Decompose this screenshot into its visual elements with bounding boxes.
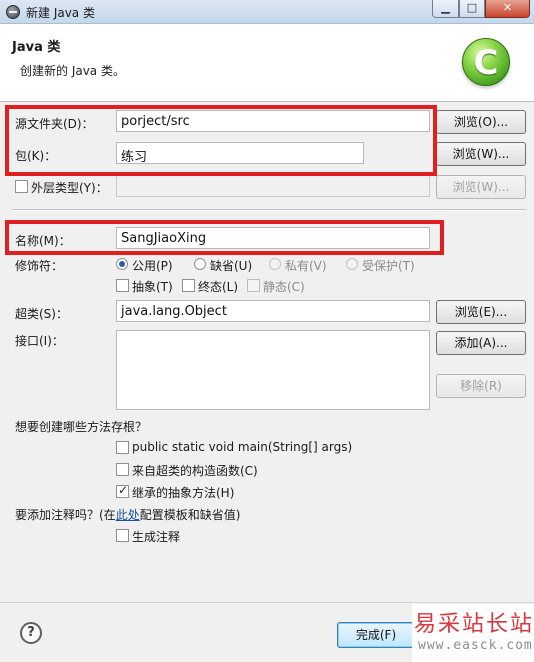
interfaces-list[interactable]	[116, 330, 430, 410]
source-folder-label: 源文件夹(D)：	[15, 117, 94, 131]
enclosing-type-input[interactable]	[116, 175, 430, 197]
superclass-input[interactable]: java.lang.Object	[116, 300, 430, 322]
new-class-icon: C	[462, 38, 510, 86]
source-folder-input[interactable]: porject/src	[116, 110, 430, 132]
watermark: 易采站长站 www.easck.com	[412, 604, 534, 662]
static-checkbox-label: 静态(C)	[263, 280, 305, 294]
package-browse-button[interactable]: 浏览(W)...	[436, 142, 526, 166]
enclosing-type-browse-button[interactable]: 浏览(W)...	[436, 175, 526, 199]
method-stubs-question: 想要创建哪些方法存根？	[15, 420, 148, 434]
generate-comments-checkbox[interactable]	[116, 529, 129, 542]
constructors-checkbox[interactable]	[116, 463, 129, 476]
enclosing-type-checkbox[interactable]	[15, 180, 28, 193]
interfaces-label: 接口(I)：	[15, 334, 64, 348]
comments-question-prefix: 要添加注释吗？(在	[15, 508, 116, 522]
source-folder-browse-button[interactable]: 浏览(O)...	[436, 110, 526, 134]
public-radio-label: 公用(P)	[132, 259, 173, 273]
minimize-button[interactable]: ▁	[432, 0, 459, 18]
default-radio-label: 缺省(U)	[210, 259, 253, 273]
help-icon[interactable]: ?	[20, 622, 42, 644]
constructors-label: 来自超类的构造函数(C)	[132, 464, 258, 478]
maximize-button[interactable]: □	[459, 0, 485, 18]
name-input[interactable]: SangJiaoXing	[116, 227, 430, 249]
public-radio[interactable]	[116, 258, 128, 270]
remove-interface-button[interactable]: 移除(R)	[436, 374, 526, 398]
configure-templates-link[interactable]: 此处	[116, 508, 140, 522]
watermark-url: www.easck.com	[418, 638, 533, 653]
private-radio-label: 私有(V)	[285, 259, 327, 273]
main-method-checkbox[interactable]	[116, 441, 129, 454]
add-interface-button[interactable]: 添加(A)...	[436, 331, 526, 355]
wizard-page-description: 创建新的 Java 类。	[20, 64, 125, 78]
generate-comments-label: 生成注释	[132, 530, 181, 544]
finish-button[interactable]: 完成(F)	[337, 622, 415, 648]
abstract-checkbox[interactable]	[116, 279, 129, 292]
protected-radio-label: 受保护(T)	[362, 259, 415, 273]
window-title: 新建 Java 类	[26, 6, 95, 20]
wizard-header: Java 类 创建新的 Java 类。 C	[0, 24, 534, 102]
final-checkbox-label: 终态(L)	[198, 280, 239, 294]
close-button[interactable]: ✕	[485, 0, 530, 18]
window-title-bar[interactable]: 新建 Java 类 ▁ □ ✕	[0, 0, 534, 24]
name-label: 名称(M)：	[15, 234, 71, 248]
logo-letter: C	[473, 43, 499, 83]
inherited-abstract-label: 继承的抽象方法(H)	[132, 486, 235, 500]
comments-question-suffix: 配置模板和缺省值)	[139, 508, 241, 522]
package-label: 包(K)：	[15, 149, 57, 163]
watermark-chinese: 易采站长站	[414, 612, 534, 637]
final-checkbox[interactable]	[182, 279, 195, 292]
protected-radio[interactable]	[346, 258, 358, 270]
footer-separator	[0, 602, 534, 603]
abstract-checkbox-label: 抽象(T)	[132, 280, 173, 294]
inherited-abstract-checkbox[interactable]	[116, 483, 129, 498]
comments-question: 要添加注释吗？(在此处配置模板和缺省值)	[15, 506, 240, 523]
superclass-browse-button[interactable]: 浏览(E)...	[436, 300, 526, 324]
default-radio[interactable]	[194, 258, 206, 270]
package-input[interactable]: 练习	[116, 142, 364, 165]
static-checkbox[interactable]	[247, 279, 260, 292]
modifiers-label: 修饰符：	[15, 259, 64, 273]
enclosing-type-label: 外层类型(Y)：	[31, 181, 108, 195]
superclass-label: 超类(S)：	[15, 307, 68, 321]
section-divider	[12, 209, 526, 211]
private-radio[interactable]	[269, 258, 281, 270]
wizard-page-title: Java 类	[12, 40, 61, 55]
eclipse-icon	[6, 5, 20, 19]
main-method-label: public static void main(String[] args)	[132, 440, 353, 454]
